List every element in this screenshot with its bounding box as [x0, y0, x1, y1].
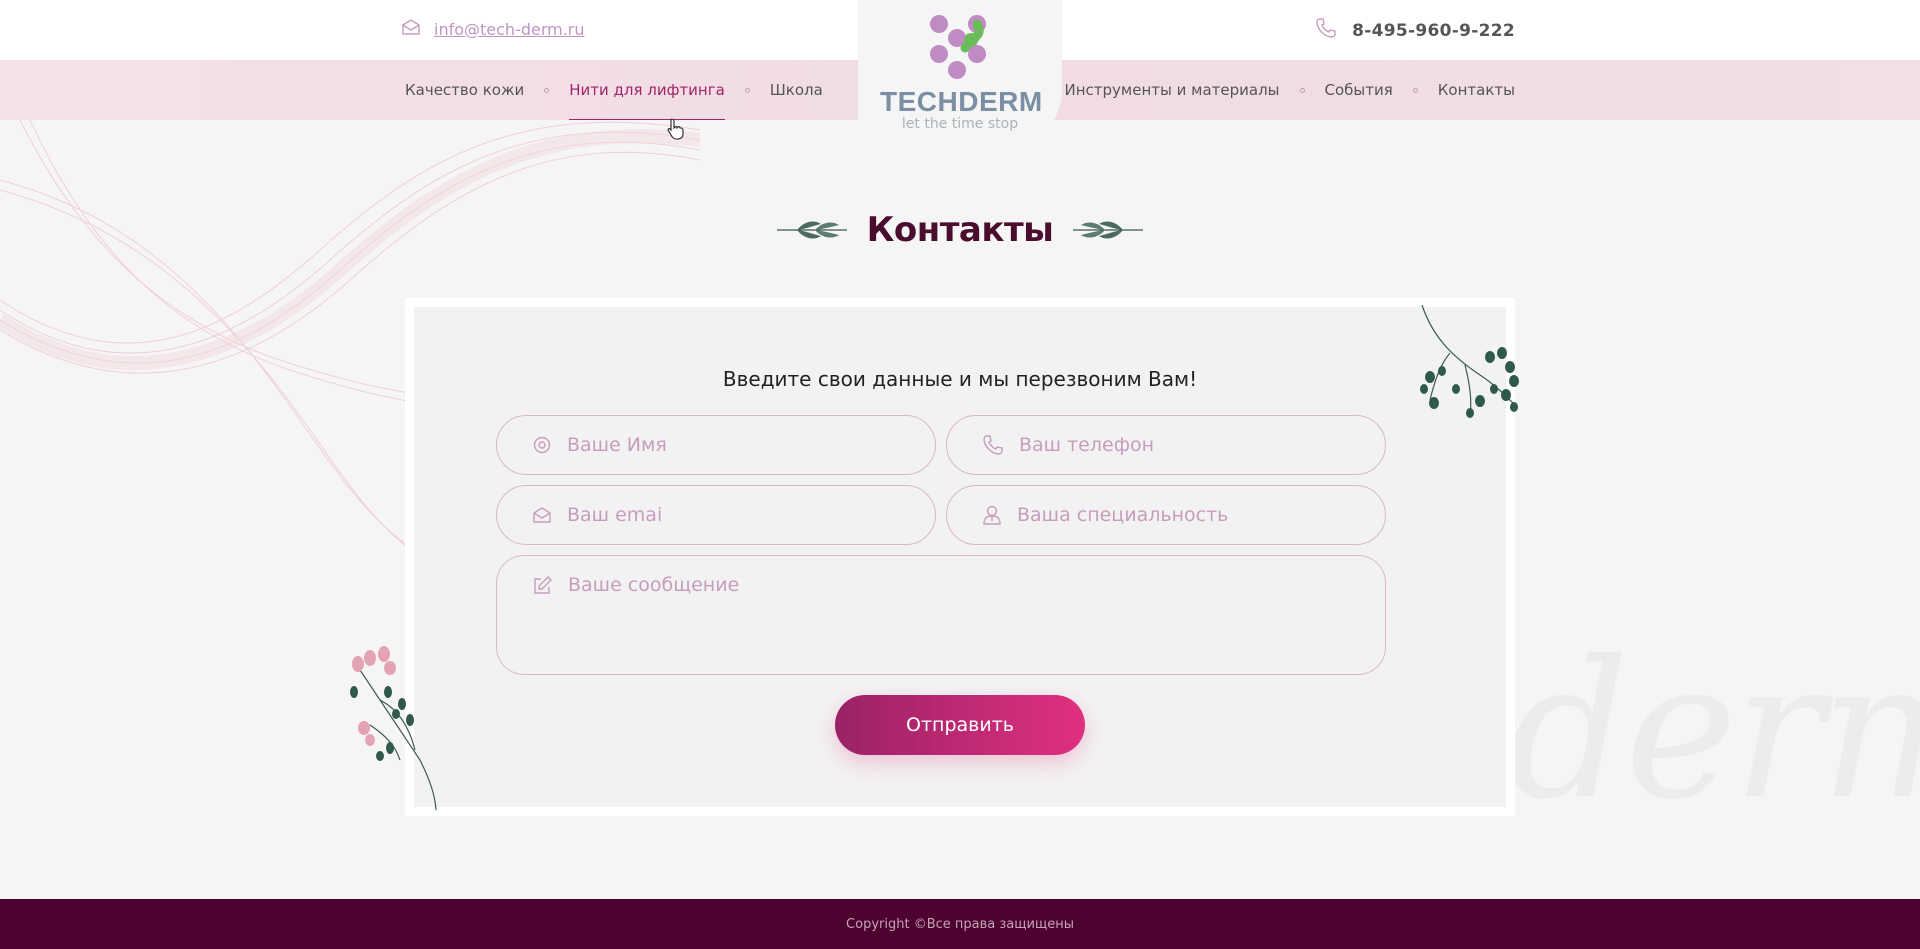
hand-cursor-icon: [667, 118, 684, 140]
nav-item-skin-quality[interactable]: Качество кожи: [405, 60, 524, 120]
doctor-icon: [983, 505, 1001, 525]
eucalyptus-branch-icon: [1420, 305, 1519, 418]
envelope-icon: [533, 507, 551, 523]
nav-item-events[interactable]: События: [1325, 60, 1393, 120]
message-field[interactable]: [496, 555, 1386, 675]
footer: Copyright ©Все права защищены: [0, 899, 1920, 949]
nav-separator: [1299, 87, 1305, 93]
phone-icon: [983, 435, 1003, 455]
submit-button[interactable]: Отправить: [835, 695, 1085, 755]
page-title: Контакты: [866, 210, 1054, 250]
nav-item-school[interactable]: Школа: [770, 60, 823, 120]
nav-item-lifting-threads[interactable]: Нити для лифтинга: [569, 60, 725, 120]
email-field[interactable]: [496, 485, 936, 545]
nav-separator: [1412, 87, 1418, 93]
pink-flower-branch-icon: [350, 646, 437, 810]
header-phone: 8-495-960-9-222: [1352, 20, 1515, 41]
at-sign-icon: [533, 436, 551, 454]
nav-separator: [544, 87, 550, 93]
leaf-ornament-left-icon: [776, 221, 847, 239]
edit-icon: [533, 576, 552, 595]
specialty-field[interactable]: [946, 485, 1386, 545]
email-input[interactable]: [567, 504, 935, 526]
header-phone-link[interactable]: 8-495-960-9-222: [1316, 18, 1515, 43]
nav-item-contacts[interactable]: Контакты: [1438, 60, 1515, 120]
message-textarea[interactable]: [568, 574, 1385, 654]
nav-item-tools-materials[interactable]: Инструменты и материалы: [1065, 60, 1280, 120]
logo-wordmark: TECHDERM: [880, 86, 1043, 117]
nav-right-group: Инструменты и материалы События Контакты: [1065, 60, 1515, 120]
logo-molecule-icon: [930, 15, 986, 79]
phone-icon: [1316, 18, 1336, 43]
phone-field[interactable]: [946, 415, 1386, 475]
logo-tagline: let the time stop: [901, 116, 1019, 132]
contact-form: Введите свои данные и мы перезвоним Вам!: [414, 307, 1506, 807]
header-email-link[interactable]: info@tech-derm.ru: [402, 19, 585, 39]
name-field[interactable]: [496, 415, 936, 475]
form-title: Введите свои данные и мы перезвоним Вам!: [722, 367, 1198, 391]
name-input[interactable]: [567, 434, 935, 456]
nav-separator: [744, 87, 750, 93]
envelope-icon: [402, 19, 420, 39]
page-heading-group: Контакты: [0, 210, 1920, 250]
header-email: info@tech-derm.ru: [434, 19, 585, 39]
phone-input[interactable]: [1019, 434, 1385, 456]
site-logo[interactable]: TECHDERM let the time stop: [880, 14, 1043, 134]
nav-left-group: Качество кожи Нити для лифтинга Школа: [405, 60, 823, 120]
specialty-input[interactable]: [1017, 504, 1385, 526]
leaf-ornament-right-icon: [1073, 221, 1144, 239]
copyright-text: Copyright ©Все права защищены: [846, 916, 1074, 932]
contact-form-card: Введите свои данные и мы перезвоним Вам!: [405, 298, 1515, 816]
